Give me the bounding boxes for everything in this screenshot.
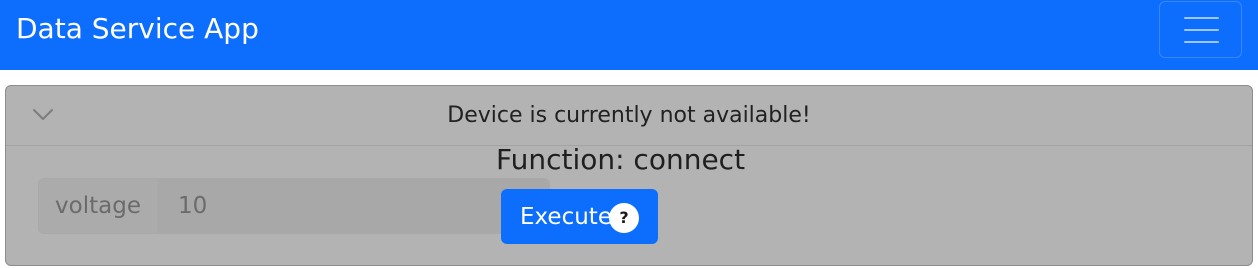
voltage-input-group: voltage [38,178,550,234]
navbar-toggler-button[interactable] [1159,1,1242,58]
execute-button-label: Execute [520,204,612,230]
navbar: Data Service App [0,0,1258,70]
voltage-input[interactable] [157,178,550,234]
function-title: Function: connect [496,143,746,176]
execute-button[interactable]: Execute ? [501,189,658,244]
hamburger-menu-icon-bar [1184,41,1219,43]
device-card-header[interactable]: Device is currently not available! [6,86,1252,146]
hamburger-menu-icon-bar [1184,29,1219,31]
question-circle-icon[interactable]: ? [609,203,639,233]
voltage-label: voltage [38,178,158,234]
hamburger-menu-icon [1184,17,1219,19]
app-brand[interactable]: Data Service App [16,11,259,47]
device-status-message: Device is currently not available! [447,103,811,128]
